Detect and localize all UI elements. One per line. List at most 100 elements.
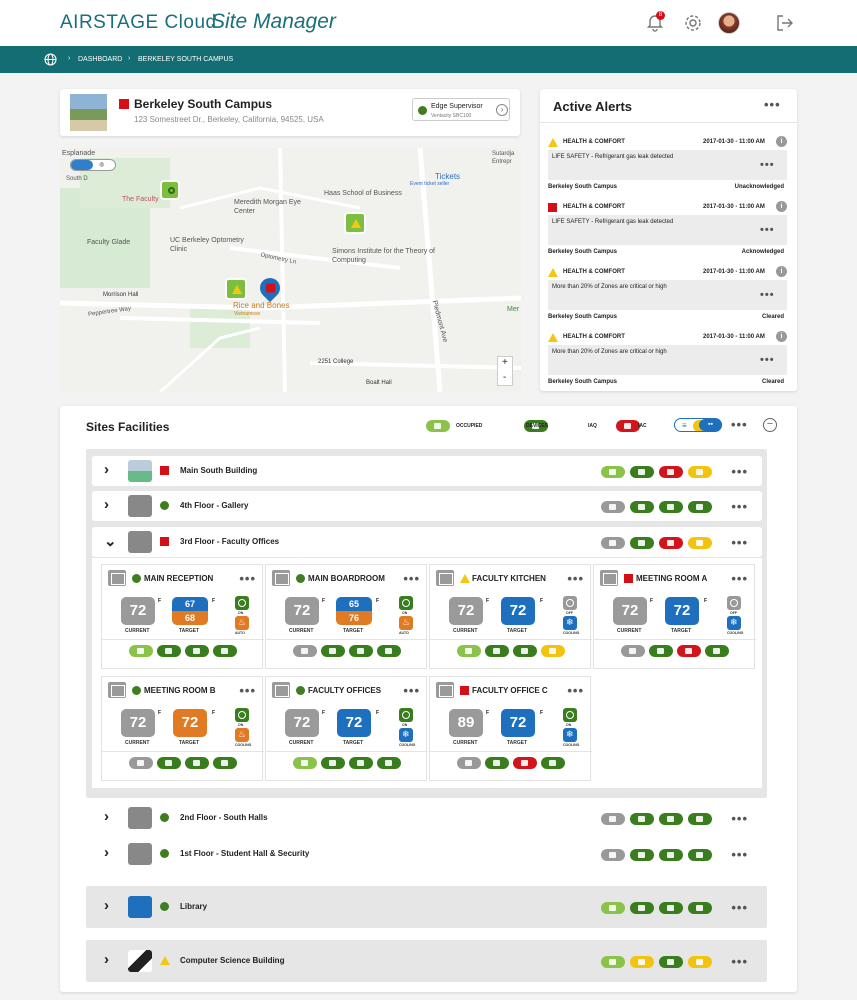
facility-row[interactable]: › Main South Building •••: [92, 456, 762, 486]
status-pill[interactable]: [630, 813, 654, 825]
target-setpoint[interactable]: 67 68: [172, 597, 208, 625]
more-options-icon[interactable]: •••: [239, 683, 256, 698]
status-pill[interactable]: [630, 501, 654, 513]
status-pill[interactable]: [513, 645, 537, 657]
more-options-icon[interactable]: •••: [731, 811, 748, 826]
more-options-icon[interactable]: •••: [731, 571, 748, 586]
expand-chevron-icon[interactable]: ›: [104, 844, 109, 861]
zoom-in-button[interactable]: +: [502, 357, 508, 368]
status-pill[interactable]: [321, 757, 345, 769]
satellite-icon[interactable]: ◍: [99, 161, 104, 168]
status-pill[interactable]: [677, 645, 701, 657]
status-pill[interactable]: [621, 645, 645, 657]
status-pill[interactable]: [377, 645, 401, 657]
target-setpoint[interactable]: 72: [173, 709, 207, 737]
status-pill[interactable]: [513, 757, 537, 769]
info-icon[interactable]: i: [776, 266, 787, 277]
status-pill[interactable]: [213, 645, 237, 657]
status-pill[interactable]: [457, 757, 481, 769]
list-view-icon[interactable]: ≡: [682, 421, 687, 430]
status-pill[interactable]: [485, 757, 509, 769]
more-options-icon[interactable]: •••: [760, 289, 775, 301]
zone-card[interactable]: FACULTY KITCHEN ••• 72 F 72 F CURRENT TA…: [429, 564, 592, 669]
status-pill[interactable]: [705, 645, 729, 657]
more-options-icon[interactable]: •••: [731, 954, 748, 969]
target-setpoint[interactable]: 72: [337, 709, 371, 737]
mode-icon[interactable]: ❄: [563, 728, 577, 742]
clock-icon[interactable]: [563, 708, 577, 722]
status-pill[interactable]: [157, 757, 181, 769]
more-options-icon[interactable]: •••: [731, 900, 748, 915]
status-pill[interactable]: [601, 956, 625, 968]
status-pill[interactable]: [630, 956, 654, 968]
breadcrumb-dashboard[interactable]: DASHBOARD: [78, 56, 122, 63]
facility-row[interactable]: › 4th Floor - Gallery •••: [92, 491, 762, 521]
status-pill[interactable]: [349, 757, 373, 769]
map-icon[interactable]: [71, 160, 93, 170]
zone-card[interactable]: MEETING ROOM A ••• 72 F 72 F CURRENT TAR…: [593, 564, 756, 669]
more-options-icon[interactable]: •••: [760, 159, 775, 171]
info-icon[interactable]: i: [776, 331, 787, 342]
status-pill[interactable]: [321, 645, 345, 657]
target-setpoint[interactable]: 72: [501, 709, 535, 737]
mode-icon[interactable]: ❄: [563, 616, 577, 630]
status-pill[interactable]: [630, 849, 654, 861]
status-pill[interactable]: [649, 645, 673, 657]
facility-row[interactable]: › Library •••: [92, 892, 762, 922]
status-pill[interactable]: [601, 813, 625, 825]
status-pill[interactable]: [213, 757, 237, 769]
status-pill[interactable]: [659, 813, 683, 825]
bell-icon[interactable]: 8: [646, 11, 665, 32]
supervisor-button[interactable]: Edge Supervisor Ventacity SBC100 ›: [412, 98, 510, 121]
mode-icon[interactable]: ♨: [235, 616, 249, 630]
clock-icon[interactable]: [235, 596, 249, 610]
grid-view-icon[interactable]: ▪▪: [699, 419, 722, 431]
status-pill[interactable]: [659, 466, 683, 478]
expand-chevron-icon[interactable]: ›: [104, 951, 109, 968]
status-pill[interactable]: [688, 813, 712, 825]
more-options-icon[interactable]: •••: [760, 354, 775, 366]
zone-marker-good[interactable]: [160, 180, 180, 200]
expand-chevron-icon[interactable]: ⌄: [104, 532, 117, 550]
status-pill[interactable]: [293, 757, 317, 769]
status-pill[interactable]: [485, 645, 509, 657]
breadcrumb-site[interactable]: BERKELEY SOUTH CAMPUS: [138, 56, 233, 63]
facility-row[interactable]: › Computer Science Building •••: [92, 946, 762, 976]
status-pill[interactable]: [688, 537, 712, 549]
more-options-icon[interactable]: •••: [403, 683, 420, 698]
expand-chevron-icon[interactable]: ›: [104, 808, 109, 825]
status-pill[interactable]: [688, 956, 712, 968]
gear-icon[interactable]: [683, 13, 703, 38]
status-pill[interactable]: [377, 757, 401, 769]
zone-card[interactable]: MAIN BOARDROOM ••• 72 F 65 76 F CURRENT …: [265, 564, 428, 669]
status-pill[interactable]: [688, 902, 712, 914]
status-pill[interactable]: [659, 956, 683, 968]
info-icon[interactable]: i: [776, 201, 787, 212]
zone-card[interactable]: MAIN RECEPTION ••• 72 F 67 68 F CURRENT …: [101, 564, 264, 669]
zone-marker-warning[interactable]: [344, 212, 366, 234]
more-options-icon[interactable]: •••: [764, 97, 781, 112]
more-options-icon[interactable]: •••: [567, 683, 584, 698]
clock-icon[interactable]: [727, 596, 741, 610]
clock-icon[interactable]: [399, 596, 413, 610]
status-pill[interactable]: [457, 645, 481, 657]
status-pill[interactable]: [185, 645, 209, 657]
more-options-icon[interactable]: •••: [760, 224, 775, 236]
zone-card[interactable]: FACULTY OFFICES ••• 72 F 72 F CURRENT TA…: [265, 676, 428, 781]
status-pill[interactable]: [659, 902, 683, 914]
status-pill[interactable]: [541, 757, 565, 769]
status-pill[interactable]: [630, 537, 654, 549]
zone-marker-warning[interactable]: [225, 278, 247, 300]
status-pill[interactable]: [659, 537, 683, 549]
collapse-icon[interactable]: −: [763, 418, 777, 432]
status-pill[interactable]: [630, 466, 654, 478]
status-pill[interactable]: [601, 537, 625, 549]
more-options-icon[interactable]: •••: [731, 499, 748, 514]
facility-row[interactable]: › 1st Floor - Student Hall & Security ••…: [92, 839, 762, 869]
status-pill[interactable]: [541, 645, 565, 657]
mode-icon[interactable]: ❄: [399, 728, 413, 742]
more-options-icon[interactable]: •••: [731, 847, 748, 862]
status-pill[interactable]: [129, 757, 153, 769]
clock-icon[interactable]: [399, 708, 413, 722]
facility-row[interactable]: › 2nd Floor - South Halls •••: [92, 803, 762, 833]
